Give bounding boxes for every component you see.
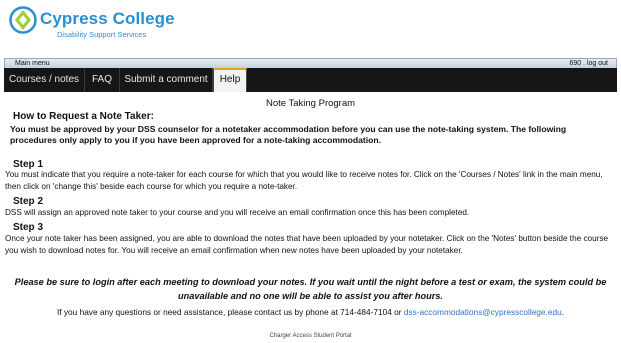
tab-faq[interactable]: FAQ: [85, 68, 120, 92]
section-heading: How to Request a Note Taker:: [13, 111, 154, 122]
logo-title[interactable]: Cypress College: [40, 9, 175, 29]
step-2-text: DSS will assign an approved note taker t…: [5, 208, 470, 217]
tab-courses-notes[interactable]: Courses / notes: [4, 68, 85, 92]
main-menu-label: Main menu: [15, 60, 50, 67]
contact-line: If you have any questions or need assist…: [0, 307, 621, 317]
contact-end: .: [561, 307, 564, 317]
tab-help[interactable]: Help: [213, 68, 247, 92]
step-3-text: Once your note taker has been assigned, …: [5, 234, 609, 255]
step-1-text: You must indicate that you require a not…: [5, 170, 603, 191]
user-area: 690 . log out: [569, 59, 608, 68]
footer: Charger Access Student Portal: [269, 333, 352, 339]
step-3-title: Step 3: [13, 222, 44, 233]
tab-submit-comment[interactable]: Submit a comment: [120, 68, 213, 92]
nav-bar: Courses / notes FAQ Submit a comment Hel…: [4, 68, 617, 92]
step-2-title: Step 2: [13, 196, 44, 207]
intro-text: You must be approved by your DSS counsel…: [10, 124, 567, 145]
user-id: 690: [569, 60, 582, 67]
contact-email-link[interactable]: dss-accommodations@cypresscollege.edu: [404, 307, 562, 317]
cypress-college-logo-icon[interactable]: [9, 6, 37, 34]
main-menu-bar: Main menu 690 . log out: [4, 58, 617, 68]
header: Cypress College Disability Support Servi…: [0, 0, 621, 56]
contact-text: If you have any questions or need assist…: [56, 307, 404, 317]
warning-text: Please be sure to login after each meeti…: [14, 277, 607, 301]
logout-link[interactable]: log out: [587, 60, 608, 67]
page-title: Note Taking Program: [265, 98, 356, 109]
logo-subtitle: Disability Support Services: [57, 30, 147, 39]
